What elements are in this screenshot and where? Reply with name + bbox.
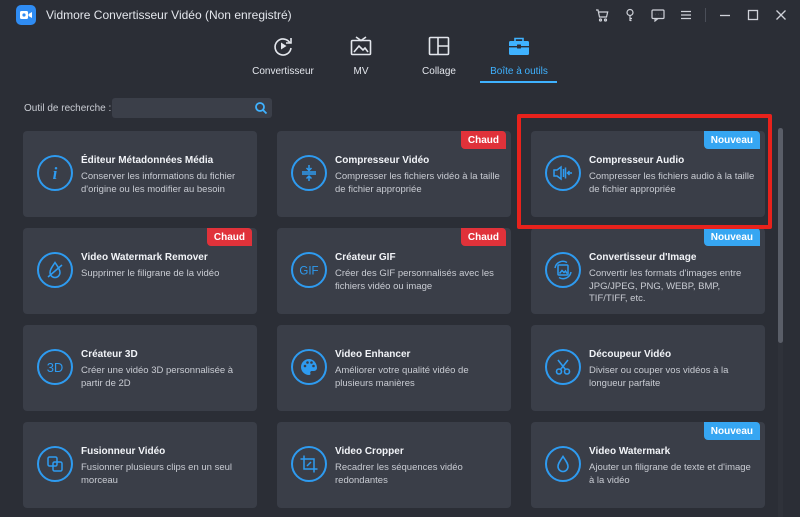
feedback-icon[interactable] [649,6,667,24]
active-tab-indicator [480,81,557,83]
tool-description: Créer une vidéo 3D personnalisée à parti… [81,365,234,389]
gif-icon: GIF [291,252,327,288]
tool-description: Améliorer votre qualité vidéo de plusieu… [335,365,469,389]
key-icon[interactable] [621,6,639,24]
cart-icon[interactable] [593,6,611,24]
tool-title: Convertisseur d'Image [589,252,697,263]
tab-mv[interactable]: MV [319,34,403,82]
tool-title: Découpeur Vidéo [589,349,672,360]
tool-title: Compresseur Audio [589,155,685,166]
tool-title: Video Cropper [335,446,404,457]
tool-description: Recadrer les séquences vidéo redondantes [335,462,463,486]
tool-card-metadata-editor[interactable]: i Éditeur Métadonnées Média Conserver le… [23,131,257,217]
tool-card-video-enhancer[interactable]: Video Enhancer Améliorer votre qualité v… [277,325,511,411]
hot-badge: Chaud [460,228,506,246]
tool-card-gif-creator[interactable]: Chaud GIF Créateur GIF Créer des GIF per… [277,228,511,314]
tool-card-video-watermark[interactable]: Nouveau Video Watermark Ajouter un filig… [531,422,765,508]
compress-icon [291,155,327,191]
tool-description: Diviser ou couper vos vidéos à la longue… [589,365,729,389]
svg-text:GIF: GIF [299,266,318,278]
drop-icon [545,446,581,482]
tool-card-watermark-remover[interactable]: Chaud Video Watermark Remover Supprimer … [23,228,257,314]
collage-icon [428,34,450,58]
hot-badge: Chaud [206,228,252,246]
title-bar: Vidmore Convertisseur Vidéo (Non enregis… [0,0,800,30]
watermark-remove-icon [37,252,73,288]
tool-card-video-merger[interactable]: Fusionneur Vidéo Fusionner plusieurs cli… [23,422,257,508]
tool-title: Créateur GIF [335,252,396,263]
hot-badge: Chaud [460,131,506,149]
app-window: Vidmore Convertisseur Vidéo (Non enregis… [0,0,800,517]
tab-label: MV [353,66,369,77]
3d-icon: 3D [37,349,73,385]
tool-title: Video Enhancer [335,349,411,360]
tool-description: Supprimer le filigrane de la vidéo [81,268,220,279]
app-logo-icon [16,5,36,25]
tool-card-image-converter[interactable]: Nouveau Convertisseur d'Image Convertir … [531,228,765,314]
titlebar-controls [583,6,790,24]
scrollbar-thumb[interactable] [778,128,783,343]
tab-boite-a-outils[interactable]: Boîte à outils [477,34,561,82]
palette-icon [291,349,327,385]
info-icon: i [37,155,73,191]
app-title: Vidmore Convertisseur Vidéo (Non enregis… [46,8,292,22]
menu-icon[interactable] [677,6,695,24]
tool-title: Créateur 3D [81,349,138,360]
tool-title: Compresseur Vidéo [335,155,430,166]
search-input[interactable] [118,100,248,116]
tool-description: Ajouter un filigrane de texte et d'image… [589,462,751,486]
tool-description: Compresser les fichiers vidéo à la taill… [335,171,500,195]
new-badge: Nouveau [703,422,760,440]
search-icon[interactable] [254,101,268,115]
tool-card-audio-compressor[interactable]: Nouveau Compresseur Audio Compresser les… [531,131,765,217]
search-label: Outil de recherche : [24,103,112,114]
titlebar-divider [705,8,706,22]
tool-card-video-compressor[interactable]: Chaud Compresseur Vidéo Compresser les f… [277,131,511,217]
tab-convertisseur[interactable]: Convertisseur [241,34,325,82]
maximize-icon[interactable] [744,6,762,24]
tool-description: Conserver les informations du fichier d'… [81,171,236,195]
scissors-icon [545,349,581,385]
toolbox-icon [508,34,530,58]
crop-icon [291,446,327,482]
tool-card-video-cutter[interactable]: Découpeur Vidéo Diviser ou couper vos vi… [531,325,765,411]
tool-description: Fusionner plusieurs clips en un seul mor… [81,462,233,486]
tool-description: Compresser les fichiers audio à la taill… [589,171,755,195]
tab-collage[interactable]: Collage [397,34,481,82]
minimize-icon[interactable] [716,6,734,24]
tool-description: Convertir les formats d'images entre JPG… [589,268,742,304]
svg-text:3D: 3D [47,360,64,375]
audio-compress-icon [545,155,581,191]
tab-label: Boîte à outils [490,66,548,77]
tool-title: Fusionneur Vidéo [81,446,166,457]
tool-description: Créer des GIF personnalisés avec les fic… [335,268,494,292]
mv-icon [350,34,372,58]
tool-card-video-cropper[interactable]: Video Cropper Recadrer les séquences vid… [277,422,511,508]
convert-icon [272,34,294,58]
tool-title: Video Watermark Remover [81,252,208,263]
tool-card-3d-creator[interactable]: 3D Créateur 3D Créer une vidéo 3D person… [23,325,257,411]
new-badge: Nouveau [703,131,760,149]
search-box[interactable] [112,98,272,118]
close-icon[interactable] [772,6,790,24]
main-nav: Convertisseur MV Collage Boîte à outils [0,30,800,86]
tab-label: Collage [422,66,456,77]
tool-title: Éditeur Métadonnées Média [81,155,214,166]
image-convert-icon [545,252,581,288]
tab-label: Convertisseur [252,66,314,77]
merge-icon [37,446,73,482]
new-badge: Nouveau [703,228,760,246]
tool-title: Video Watermark [589,446,671,457]
svg-text:i: i [53,164,58,182]
